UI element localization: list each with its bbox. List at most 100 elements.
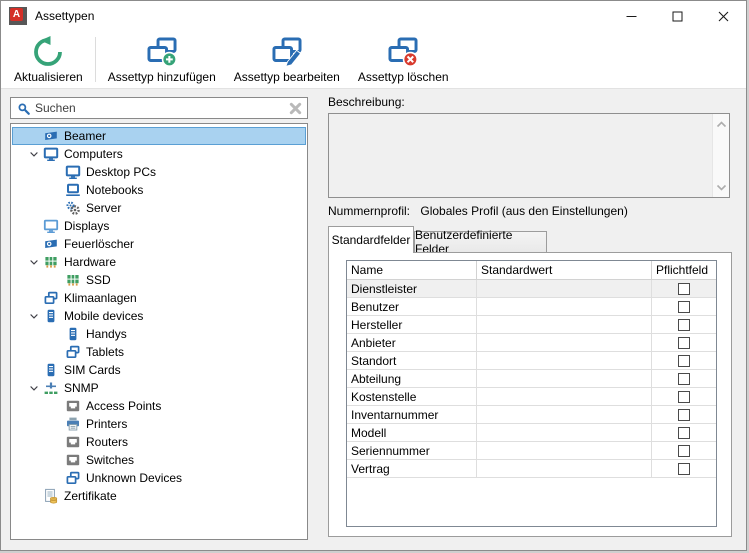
pflichtfeld-checkbox[interactable] xyxy=(678,372,690,385)
tree-item-feuerl-scher[interactable]: Feuerlöscher xyxy=(12,235,306,253)
tab-standardfelder[interactable]: Standardfelder xyxy=(328,226,414,253)
pflichtfeld-checkbox[interactable] xyxy=(678,462,690,475)
tree-item-switches[interactable]: Switches xyxy=(12,451,306,469)
edit-assettype-button[interactable]: Assettyp bearbeiten xyxy=(225,33,349,86)
chevron-down-icon[interactable] xyxy=(24,254,43,270)
field-default-value-cell[interactable] xyxy=(477,460,652,477)
pflichtfeld-checkbox[interactable] xyxy=(678,282,690,295)
tree-item-server[interactable]: Server xyxy=(12,199,306,217)
scroll-up-icon[interactable] xyxy=(716,117,727,131)
tree-item-handys[interactable]: Handys xyxy=(12,325,306,343)
port-icon xyxy=(65,452,81,468)
scroll-down-icon[interactable] xyxy=(716,180,727,194)
field-row-inventarnummer[interactable]: Inventarnummer xyxy=(347,406,716,424)
field-row-standort[interactable]: Standort xyxy=(347,352,716,370)
column-header-standardwert[interactable]: Standardwert xyxy=(477,261,652,279)
maximize-button[interactable] xyxy=(654,1,700,31)
tree-item-unknown-devices[interactable]: Unknown Devices xyxy=(12,469,306,487)
frames-icon xyxy=(65,344,81,360)
tab-benutzerdefinierte-felder[interactable]: Benutzerdefinierte Felder xyxy=(414,228,547,256)
field-default-value-cell[interactable] xyxy=(477,316,652,333)
close-button[interactable] xyxy=(700,1,746,31)
clear-search-icon[interactable] xyxy=(289,102,302,115)
field-name-cell: Standort xyxy=(347,352,477,369)
tree-item-label: Desktop PCs xyxy=(86,165,157,179)
certificate-icon xyxy=(43,488,59,504)
refresh-button[interactable]: Aktualisieren xyxy=(5,33,92,86)
tree-item-zertifikate[interactable]: Zertifikate xyxy=(12,487,306,505)
field-default-value-cell[interactable] xyxy=(477,388,652,405)
field-name-cell: Abteilung xyxy=(347,370,477,387)
projector-icon xyxy=(43,128,59,144)
tree-item-printers[interactable]: Printers xyxy=(12,415,306,433)
pflichtfeld-checkbox[interactable] xyxy=(678,390,690,403)
field-default-value-cell[interactable] xyxy=(477,370,652,387)
gears-icon xyxy=(65,200,81,216)
pflichtfeld-checkbox[interactable] xyxy=(678,426,690,439)
field-row-vertrag[interactable]: Vertrag xyxy=(347,460,716,478)
tree-item-label: Switches xyxy=(86,453,135,467)
chevron-down-icon[interactable] xyxy=(24,380,43,396)
column-header-name[interactable]: Name xyxy=(347,261,477,279)
field-row-hersteller[interactable]: Hersteller xyxy=(347,316,716,334)
field-default-value-cell[interactable] xyxy=(477,298,652,315)
delete-assettype-button[interactable]: Assettyp löschen xyxy=(349,33,458,86)
field-row-abteilung[interactable]: Abteilung xyxy=(347,370,716,388)
tree-item-snmp[interactable]: SNMP xyxy=(12,379,306,397)
tree-item-displays[interactable]: Displays xyxy=(12,217,306,235)
pflichtfeld-checkbox[interactable] xyxy=(678,300,690,313)
pflichtfeld-checkbox[interactable] xyxy=(678,318,690,331)
tree-item-hardware[interactable]: Hardware xyxy=(12,253,306,271)
column-header-pflichtfeld[interactable]: Pflichtfeld xyxy=(652,261,716,279)
field-row-kostenstelle[interactable]: Kostenstelle xyxy=(347,388,716,406)
field-default-value-cell[interactable] xyxy=(477,334,652,351)
search-input[interactable] xyxy=(35,101,285,115)
tree-item-routers[interactable]: Routers xyxy=(12,433,306,451)
field-row-anbieter[interactable]: Anbieter xyxy=(347,334,716,352)
field-required-cell xyxy=(652,370,716,387)
field-default-value-cell[interactable] xyxy=(477,406,652,423)
description-textarea[interactable] xyxy=(328,113,730,198)
field-required-cell xyxy=(652,406,716,423)
tree-item-sim-cards[interactable]: SIM Cards xyxy=(12,361,306,379)
tree-item-mobile-devices[interactable]: Mobile devices xyxy=(12,307,306,325)
minimize-button[interactable] xyxy=(608,1,654,31)
number-profile-label: Nummernprofil: xyxy=(328,204,411,218)
tree-item-notebooks[interactable]: Notebooks xyxy=(12,181,306,199)
field-default-value-cell[interactable] xyxy=(477,442,652,459)
tree-item-beamer[interactable]: Beamer xyxy=(12,127,306,145)
field-default-value-cell[interactable] xyxy=(477,280,652,297)
pflichtfeld-checkbox[interactable] xyxy=(678,354,690,367)
description-scrollbar[interactable] xyxy=(712,114,729,197)
field-row-seriennummer[interactable]: Seriennummer xyxy=(347,442,716,460)
field-default-value-cell[interactable] xyxy=(477,424,652,441)
toolbar-button-label: Aktualisieren xyxy=(14,70,83,84)
pflichtfeld-checkbox[interactable] xyxy=(678,408,690,421)
field-row-benutzer[interactable]: Benutzer xyxy=(347,298,716,316)
pflichtfeld-checkbox[interactable] xyxy=(678,336,690,349)
chevron-down-icon[interactable] xyxy=(24,308,43,324)
field-required-cell xyxy=(652,352,716,369)
field-row-modell[interactable]: Modell xyxy=(347,424,716,442)
field-name-cell: Modell xyxy=(347,424,477,441)
monitor-icon xyxy=(65,164,81,180)
tree-item-ssd[interactable]: SSD xyxy=(12,271,306,289)
pflichtfeld-checkbox[interactable] xyxy=(678,444,690,457)
tree-item-label: Access Points xyxy=(86,399,162,413)
tree-item-desktop-pcs[interactable]: Desktop PCs xyxy=(12,163,306,181)
field-row-dienstleister[interactable]: Dienstleister xyxy=(347,280,716,298)
add-assettype-button[interactable]: Assettyp hinzufügen xyxy=(99,33,225,86)
tree-item-computers[interactable]: Computers xyxy=(12,145,306,163)
fields-table-body: Dienstleister Benutzer Hersteller Anbieter S… xyxy=(347,280,716,478)
tree-item-klimaanlagen[interactable]: Klimaanlagen xyxy=(12,289,306,307)
tree-item-access-points[interactable]: Access Points xyxy=(12,397,306,415)
field-default-value-cell[interactable] xyxy=(477,352,652,369)
chevron-down-icon[interactable] xyxy=(24,146,43,162)
tree-item-tablets[interactable]: Tablets xyxy=(12,343,306,361)
